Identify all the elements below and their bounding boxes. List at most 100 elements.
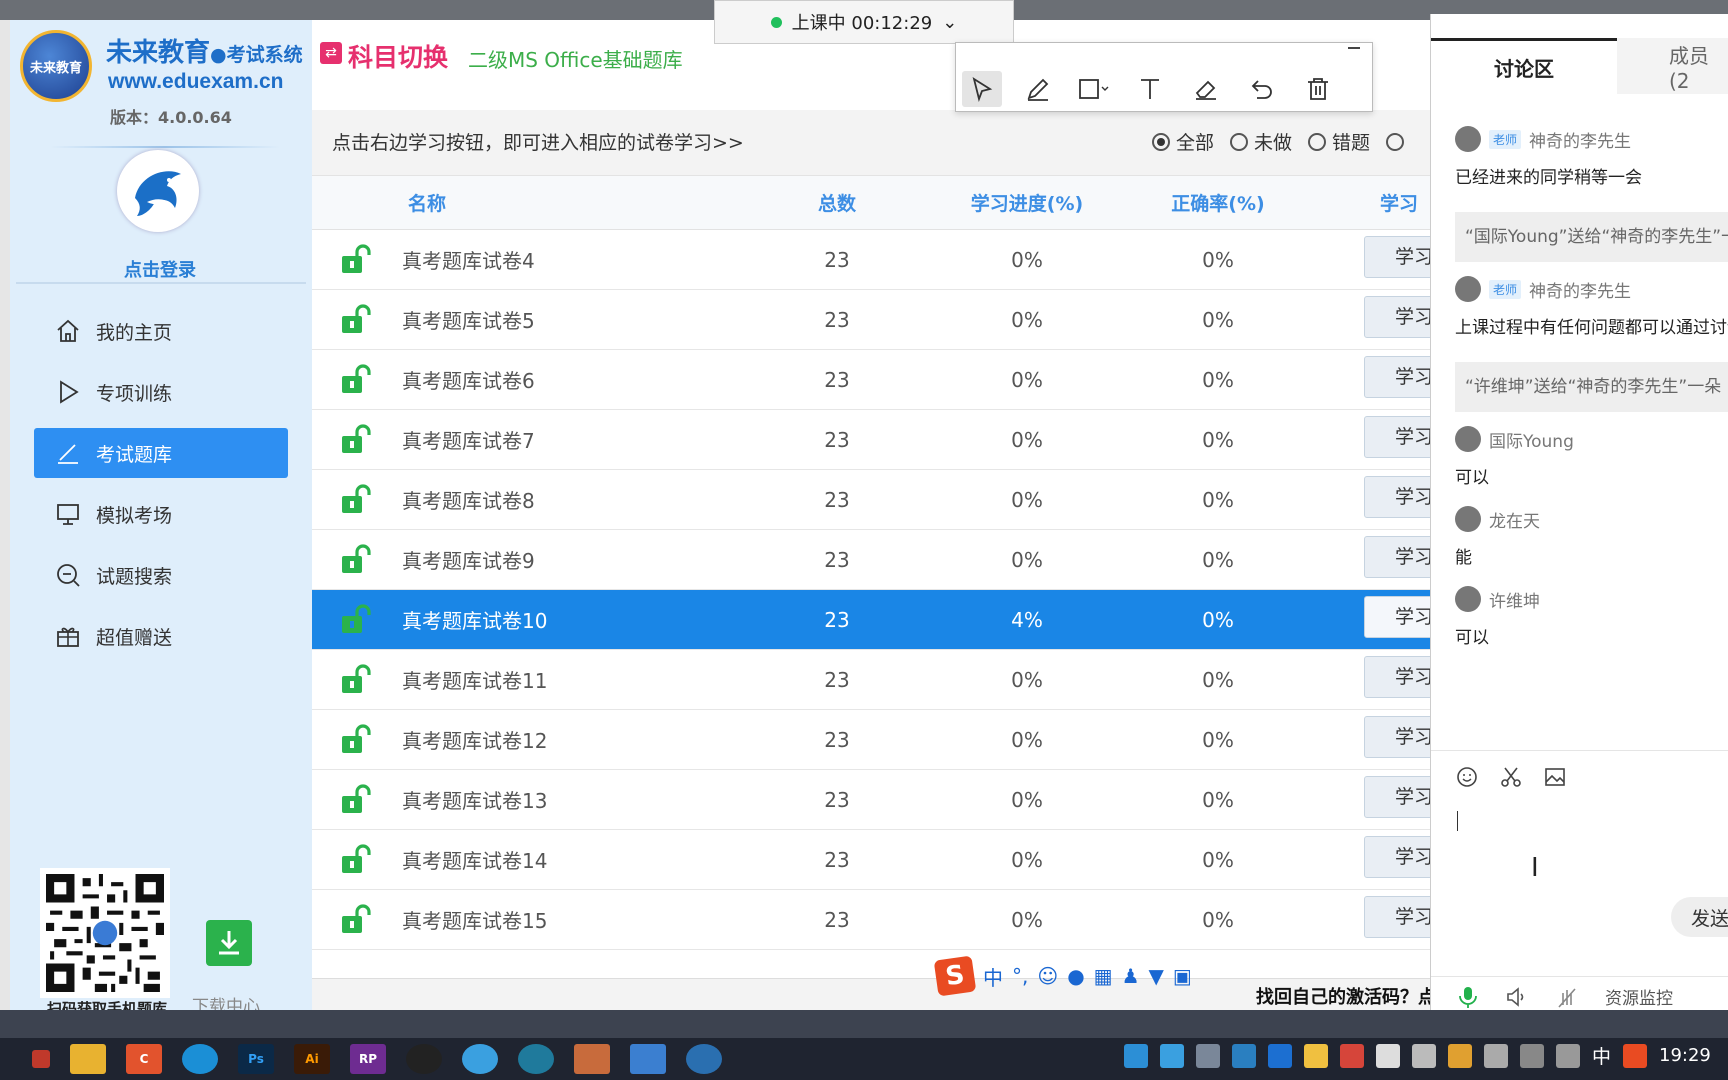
sidebar-item-home[interactable]: 我的主页 [34,306,288,356]
taskbar-app-qq-icon[interactable] [406,1044,442,1074]
taskbar-app-flag-icon[interactable] [32,1050,50,1068]
table-row[interactable]: 真考题库试卷12 23 0% 0% 学习 [312,710,1430,770]
eraser-tool[interactable] [1186,71,1226,107]
tray-mic-icon[interactable] [1412,1043,1436,1068]
undo-tool[interactable] [1242,71,1282,107]
sidebar-item-search[interactable]: 试题搜索 [34,550,288,600]
study-button[interactable]: 学习 [1364,536,1430,578]
sogou-tray-icon[interactable] [1623,1043,1648,1068]
hand-off-icon[interactable] [1555,985,1579,1009]
study-button[interactable]: 学习 [1364,296,1430,338]
table-row[interactable]: 真考题库试卷5 23 0% 0% 学习 [312,290,1430,350]
table-row[interactable]: 真考题库试卷11 23 0% 0% 学习 [312,650,1430,710]
study-button[interactable]: 学习 [1364,596,1430,638]
taskbar-app-illustrator-icon[interactable]: Ai [294,1044,330,1074]
taskbar-app-c-icon[interactable]: C [126,1044,162,1074]
study-button[interactable]: 学习 [1364,416,1430,458]
image-icon[interactable] [1543,765,1567,789]
sender-name[interactable]: 许维坤 [1489,587,1540,612]
sidebar-item-mock[interactable]: 模拟考场 [34,489,288,539]
tab-discussion[interactable]: 讨论区 [1431,38,1617,94]
class-status-pill[interactable]: 上课中 00:12:29 ⌄ [714,0,1014,44]
clear-tool[interactable] [1298,71,1338,107]
send-button[interactable]: 发送 [1671,897,1728,937]
wifi-icon[interactable] [1520,1043,1544,1068]
avatar[interactable] [1455,126,1481,152]
resource-monitor[interactable]: 资源监控 [1605,984,1673,1009]
sender-name[interactable]: 神奇的李先生 [1529,127,1631,152]
study-button[interactable]: 学习 [1364,236,1430,278]
filter-undone[interactable]: 未做 [1230,128,1292,155]
tray-grid-icon[interactable] [1376,1043,1400,1068]
download-button[interactable] [206,920,252,966]
table-row[interactable]: 真考题库试卷10 23 4% 0% 学习 [312,590,1430,650]
bluetooth-icon[interactable] [1268,1043,1292,1068]
table-row[interactable]: 真考题库试卷9 23 0% 0% 学习 [312,530,1430,590]
table-row[interactable]: 真考题库试卷7 23 0% 0% 学习 [312,410,1430,470]
sender-name[interactable]: 神奇的李先生 [1529,277,1631,302]
table-row[interactable]: 真考题库试卷6 23 0% 0% 学习 [312,350,1430,410]
taskbar-app-globe-icon[interactable] [686,1044,722,1074]
taskbar-ime[interactable]: 中 [1592,1042,1611,1069]
login-link[interactable]: 点击登录 [110,256,210,282]
table-row[interactable]: 真考题库试卷15 23 0% 0% 学习 [312,890,1430,950]
sidebar-item-gift[interactable]: 超值赠送 [34,611,288,661]
subject-switch-button[interactable]: 科目切换 [348,38,448,74]
battery-icon[interactable] [1484,1043,1508,1068]
study-button[interactable]: 学习 [1364,356,1430,398]
speaker-icon[interactable] [1505,985,1529,1009]
tray-monitor-icon[interactable] [1196,1043,1220,1068]
punctuation-icon[interactable]: °, [1012,964,1028,988]
tray-user-icon[interactable] [1448,1043,1472,1068]
tray-app-icon[interactable] [1124,1043,1148,1068]
scissors-icon[interactable] [1499,765,1523,789]
taskbar-app-axure-icon[interactable]: RP [350,1044,386,1074]
reclaim-code-link[interactable]: 找回自己的激活码？点 [1256,983,1436,1009]
taskbar-app-edge-icon[interactable] [182,1044,218,1074]
security-icon[interactable] [1304,1043,1328,1068]
sender-name[interactable]: 龙在天 [1489,507,1540,532]
switch-icon[interactable]: ⇄ [320,42,342,64]
sidebar-item-exam-bank[interactable]: 考试题库 [34,428,288,478]
avatar[interactable] [1455,506,1481,532]
sidebar-item-special[interactable]: 专项训练 [34,367,288,417]
filter-wrong[interactable]: 错题 [1308,128,1370,155]
microphone-icon[interactable] [1457,985,1479,1009]
avatar[interactable] [1455,276,1481,302]
taskbar-app-search-icon[interactable] [462,1044,498,1074]
study-button[interactable]: 学习 [1364,656,1430,698]
text-tool[interactable] [1130,71,1170,107]
tab-members[interactable]: 成员(2 [1617,38,1728,94]
taskbar-app-photoshop-icon[interactable]: Ps [238,1044,274,1074]
sender-name[interactable]: 国际Young [1489,427,1574,452]
taskbar-app-edge-dev-icon[interactable] [518,1044,554,1074]
avatar[interactable] [1455,426,1481,452]
tray-network-app-icon[interactable] [1232,1043,1256,1068]
ime-mode[interactable]: 中 [983,962,1003,991]
sogou-logo-icon[interactable]: S [933,955,977,997]
emoji-icon[interactable] [1455,765,1479,789]
taskbar-clock[interactable]: 19:29 [1659,1045,1711,1066]
user-avatar[interactable] [117,150,199,232]
pen-tool[interactable] [1018,71,1058,107]
microphone-icon[interactable]: ● [1067,964,1084,988]
study-button[interactable]: 学习 [1364,896,1430,938]
table-row[interactable]: 真考题库试卷14 23 0% 0% 学习 [312,830,1430,890]
user-icon[interactable]: ♟ [1122,964,1140,988]
taskbar-app-explorer-icon[interactable] [70,1044,106,1074]
toolbox-icon[interactable]: ▣ [1173,964,1192,988]
minimize-icon[interactable] [1348,47,1360,49]
volume-icon[interactable] [1556,1043,1580,1068]
skin-icon[interactable]: ▼ [1149,964,1164,988]
emoji-icon[interactable]: ☺ [1037,964,1058,988]
tray-shield-icon[interactable] [1160,1043,1184,1068]
message-input-area[interactable]: I 发送 [1431,750,1728,976]
table-row[interactable]: 真考题库试卷4 23 0% 0% 学习 [312,230,1430,290]
study-button[interactable]: 学习 [1364,476,1430,518]
filter-all[interactable]: 全部 [1152,128,1214,155]
taskbar-app-exam-icon[interactable] [630,1044,666,1074]
cursor-tool[interactable] [962,71,1002,107]
tray-red-icon[interactable] [1340,1043,1364,1068]
taskbar-app-classroom-icon[interactable] [574,1044,610,1074]
avatar[interactable] [1455,586,1481,612]
